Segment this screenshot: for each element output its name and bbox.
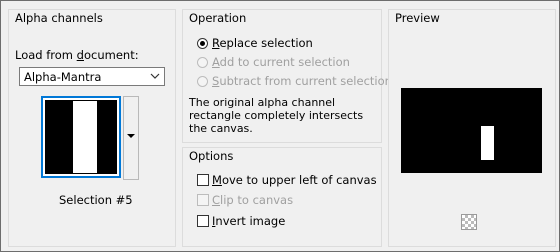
- document-dropdown[interactable]: Alpha-Mantra: [19, 67, 165, 86]
- add-to-selection-label[interactable]: Add to current selection: [212, 55, 350, 69]
- checkerboard-icon[interactable]: [461, 214, 477, 230]
- add-to-selection-radio[interactable]: [197, 57, 208, 68]
- preview-selection-shape: [481, 126, 494, 160]
- replace-selection-radio[interactable]: [197, 38, 208, 49]
- dialog-frame: Alpha channels Load from document: Alpha…: [0, 0, 560, 252]
- move-to-upper-left-label[interactable]: Move to upper left of canvas: [212, 173, 377, 187]
- operation-title: Operation: [189, 11, 247, 25]
- subtract-from-selection-label[interactable]: Subtract from current selection: [212, 74, 392, 88]
- thumbnail-white-stripe: [73, 101, 97, 173]
- clip-to-canvas-label[interactable]: Clip to canvas: [212, 193, 293, 207]
- invert-image-checkbox[interactable]: [197, 215, 209, 227]
- thumbnail-dropdown-button[interactable]: [123, 96, 139, 180]
- replace-selection-label[interactable]: Replace selection: [212, 36, 313, 50]
- subtract-from-selection-radio[interactable]: [197, 76, 208, 87]
- load-from-document-label: Load from document:: [15, 48, 139, 62]
- clip-to-canvas-checkbox[interactable]: [197, 194, 209, 206]
- document-dropdown-value: Alpha-Mantra: [24, 70, 102, 84]
- alpha-channels-group: Alpha channels Load from document: Alpha…: [8, 9, 176, 247]
- move-to-upper-left-checkbox[interactable]: [197, 174, 209, 186]
- operation-group: Operation Replace selection Add to curre…: [182, 9, 392, 143]
- selection-thumbnail[interactable]: [41, 96, 121, 178]
- alpha-channels-title: Alpha channels: [15, 11, 103, 25]
- operation-description: The original alpha channel rectangle com…: [189, 96, 364, 135]
- invert-image-label[interactable]: Invert image: [212, 214, 285, 228]
- options-title: Options: [189, 149, 234, 163]
- selection-name-label: Selection #5: [59, 193, 133, 207]
- options-group: Options Move to upper left of canvas Cli…: [182, 147, 382, 247]
- chevron-down-icon: [150, 73, 160, 79]
- thumbnail-image: [45, 100, 117, 174]
- triangle-down-icon: [127, 134, 135, 138]
- preview-group: Preview: [388, 9, 556, 247]
- preview-title: Preview: [395, 11, 440, 25]
- preview-canvas: [401, 88, 542, 173]
- selection-thumbnail-picker: [41, 96, 145, 184]
